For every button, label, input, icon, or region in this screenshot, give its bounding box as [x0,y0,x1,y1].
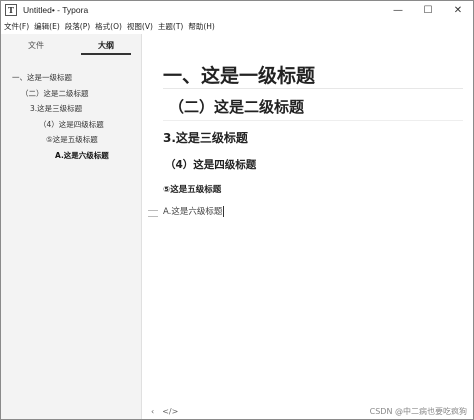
window-title: Untitled• - Typora [23,5,89,15]
outline-list: 一、这是一级标题 （二）这是二级标题 3.这是三级标题 （4）这是四级标题 ⑤这… [1,70,142,163]
toggle-sidebar-icon[interactable]: ‹ [151,407,154,416]
outline-item-h6[interactable]: A.这是六级标题 [1,148,142,164]
menu-edit[interactable]: 编辑(E) [34,21,60,32]
heading-1-divider [163,88,463,89]
outline-item-h3[interactable]: 3.这是三级标题 [1,101,142,117]
heading-3[interactable]: 3.这是三级标题 [163,129,248,146]
sidebar: 文件 大纲 一、这是一级标题 （二）这是二级标题 3.这是三级标题 （4）这是四… [1,34,142,419]
text-cursor [223,206,225,217]
editor-area[interactable]: 一、这是一级标题 （二）这是二级标题 3.这是三级标题 （4）这是四级标题 ⑤这… [143,34,473,402]
watermark: CSDN @中二病也要吃疯狗 [369,407,467,416]
source-code-mode-icon[interactable]: </> [162,407,178,416]
menu-format[interactable]: 格式(O) [95,21,122,32]
outline-item-h5[interactable]: ⑤这是五级标题 [1,132,142,148]
menu-bar: 文件(F) 编辑(E) 段落(P) 格式(O) 视图(V) 主题(T) 帮助(H… [1,19,473,33]
heading-4[interactable]: （4）这是四级标题 [165,157,256,172]
maximize-button[interactable]: ☐ [413,1,443,19]
paragraph-handle-icon[interactable] [148,210,158,217]
tab-outline[interactable]: 大纲 [71,34,141,58]
sidebar-tabs: 文件 大纲 [1,34,141,58]
app-window: T Untitled• - Typora — ☐ ✕ 文件(F) 编辑(E) 段… [0,0,474,420]
minimize-button[interactable]: — [383,1,413,19]
menu-file[interactable]: 文件(F) [4,21,29,32]
heading-5[interactable]: ⑤这是五级标题 [163,183,221,195]
menu-paragraph[interactable]: 段落(P) [65,21,90,32]
heading-2[interactable]: （二）这是二级标题 [169,96,304,117]
heading-6-line[interactable]: A.这是六级标题 [163,205,225,217]
outline-item-h4[interactable]: （4）这是四级标题 [1,117,142,133]
title-bar[interactable]: T Untitled• - Typora — ☐ ✕ [1,1,473,19]
menu-help[interactable]: 帮助(H) [188,21,215,32]
close-button[interactable]: ✕ [443,1,473,19]
heading-1[interactable]: 一、这是一级标题 [163,61,315,88]
menu-theme[interactable]: 主题(T) [158,21,183,32]
tab-files[interactable]: 文件 [1,34,71,58]
outline-item-h1[interactable]: 一、这是一级标题 [1,70,142,86]
heading-6[interactable]: A.这是六级标题 [163,207,222,217]
menu-view[interactable]: 视图(V) [127,21,153,32]
window-controls: — ☐ ✕ [383,1,473,19]
typora-logo-icon: T [5,4,17,16]
heading-2-divider [163,120,463,121]
outline-item-h2[interactable]: （二）这是二级标题 [1,86,142,102]
status-bar: ‹ </> CSDN @中二病也要吃疯狗 [143,403,473,419]
